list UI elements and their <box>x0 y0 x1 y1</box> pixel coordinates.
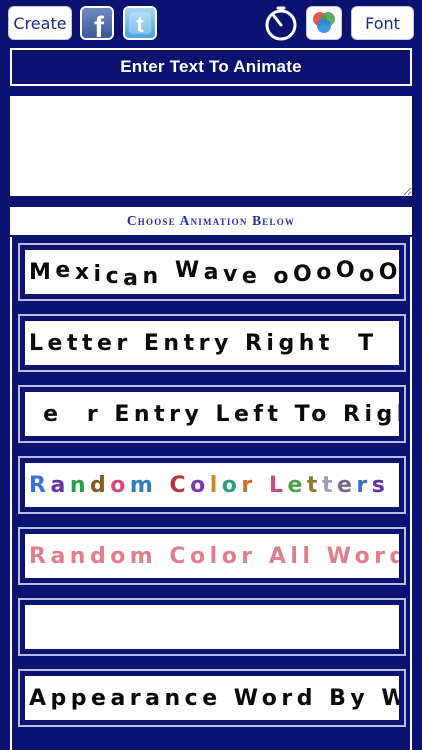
wave-letter: x <box>74 259 94 285</box>
animation-label: Random Color Letters <box>25 463 399 507</box>
animation-label <box>25 605 399 649</box>
facebook-glyph: f <box>94 11 105 38</box>
animation-label: Letter Entry Right T <box>25 321 399 365</box>
color-letter: o <box>190 472 210 498</box>
animation-random-color-letters[interactable]: Random Color Letters <box>18 456 406 514</box>
timer-icon <box>265 6 297 41</box>
color-letter <box>257 473 269 498</box>
animation-label: Random Color All Words <box>25 534 399 578</box>
animation-label: Appearance Word By Word <box>25 676 399 720</box>
color-letter: l <box>209 472 222 498</box>
wave-letter: o <box>359 261 379 287</box>
wave-letter: M <box>29 259 56 285</box>
wave-letter <box>261 266 273 291</box>
color-letter: L <box>268 472 288 498</box>
color-letter: o <box>221 472 242 498</box>
wave-letter: O <box>293 261 317 287</box>
color-letter: m <box>129 472 158 498</box>
color-letter: t <box>306 472 322 498</box>
color-letter: r <box>356 472 372 498</box>
animation-empty[interactable] <box>18 598 406 656</box>
twitter-glyph: t <box>136 12 144 37</box>
create-button[interactable]: Create <box>8 6 72 40</box>
page-title-text: Enter Text To Animate <box>120 57 302 76</box>
wave-letter <box>163 260 175 285</box>
animation-label: e r Entry Left To Right <box>25 392 399 436</box>
timer-button[interactable] <box>263 6 299 42</box>
facebook-icon: f <box>82 8 112 38</box>
color-letter: e <box>336 472 357 498</box>
color-letter: a <box>50 472 70 498</box>
color-letter: s <box>371 472 390 498</box>
animation-mexican-wave[interactable]: Mexican Wave oOoOoOo <box>18 243 406 301</box>
color-letter: o <box>110 472 130 498</box>
color-letter <box>157 473 169 498</box>
toolbar: Create f t Font <box>0 0 422 44</box>
wave-letter: e <box>241 263 262 289</box>
wave-letter: v <box>222 261 242 287</box>
color-button[interactable] <box>306 6 342 40</box>
twitter-icon: t <box>125 8 155 38</box>
wave-letter: e <box>55 257 75 283</box>
wave-letter: o <box>273 263 294 289</box>
color-wheel-icon <box>313 12 335 33</box>
wave-letter: o <box>316 259 336 285</box>
font-label: Font <box>365 13 400 33</box>
animation-letter-entry-right[interactable]: Letter Entry Right T <box>18 314 406 372</box>
wave-letter: a <box>123 265 143 291</box>
animate-text-input[interactable] <box>10 96 412 196</box>
color-letter: t <box>321 472 337 498</box>
color-letter: r <box>241 472 257 498</box>
wave-letter: a <box>203 259 223 285</box>
wave-letter: i <box>93 261 106 287</box>
color-letter: d <box>89 472 111 498</box>
font-button[interactable]: Font <box>351 6 414 40</box>
color-letter: n <box>69 472 90 498</box>
wave-letter: c <box>105 263 124 289</box>
wave-letter: O <box>378 259 399 285</box>
color-letter: C <box>169 472 191 498</box>
create-label: Create <box>13 13 67 33</box>
page-title: Enter Text To Animate <box>10 48 412 86</box>
color-letter: e <box>287 472 307 498</box>
animation-entry-left-to-right[interactable]: e r Entry Left To Right <box>18 385 406 443</box>
choose-animation-label: Choose Animation Below <box>10 207 412 235</box>
wave-letter: W <box>174 257 204 283</box>
animation-appearance-word-by-word[interactable]: Appearance Word By Word <box>18 669 406 727</box>
wave-letter: n <box>142 263 163 289</box>
color-letter: R <box>29 472 51 498</box>
facebook-button[interactable]: f <box>80 6 114 40</box>
wave-letter: O <box>335 257 360 283</box>
animation-random-color-all-words[interactable]: Random Color All Words <box>18 527 406 585</box>
choose-animation-text: Choose Animation Below <box>126 213 296 228</box>
animation-label: Mexican Wave oOoOoOo <box>25 250 399 294</box>
twitter-button[interactable]: t <box>123 6 157 40</box>
